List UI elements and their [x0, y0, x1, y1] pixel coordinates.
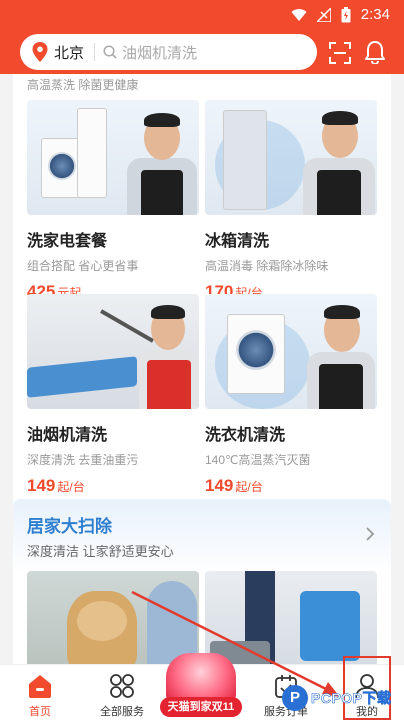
- price-value: 149: [205, 476, 234, 495]
- chevron-right-icon[interactable]: [365, 527, 375, 541]
- service-item-appliance-package[interactable]: 洗家电套餐 组合搭配 省心更省事 425 元起: [27, 100, 199, 302]
- washer-cleaning-image: [205, 294, 377, 409]
- floor-cleaning-image[interactable]: [205, 571, 377, 664]
- status-time: 2:34: [360, 6, 390, 23]
- status-bar: 2:34: [0, 0, 404, 30]
- nav-item-all-services[interactable]: 全部服务: [92, 673, 152, 719]
- service-price: 149 起/台: [27, 476, 199, 496]
- fridge-cleaning-image: [205, 100, 377, 215]
- service-price: 149 起/台: [205, 476, 377, 496]
- wifi-icon: [291, 8, 307, 21]
- pcpop-watermark: P PCPOP下载: [282, 683, 404, 713]
- service-item-fridge-cleaning[interactable]: 冰箱清洗 高温消毒 除霜除冰除味 170 起/台: [205, 100, 377, 302]
- service-desc: 高温消毒 除霜除冰除味: [205, 259, 329, 273]
- bell-icon[interactable]: [364, 40, 386, 64]
- search-bar[interactable]: 北京 油烟机清洗: [20, 34, 317, 70]
- home-icon: [29, 675, 51, 698]
- watermark-text: PCPOP下载: [311, 690, 392, 707]
- signal-icon: [316, 7, 331, 22]
- service-title: 洗家电套餐: [27, 233, 108, 250]
- nav-label: 全部服务: [100, 706, 144, 718]
- service-title: 洗衣机清洗: [205, 427, 286, 444]
- main-content[interactable]: 高温蒸洗 除菌更健康 洗家电套餐 组合搭配 省心更省事 425 元起 冰箱清洗 …: [0, 74, 404, 664]
- appliance-cleaning-card: 高温蒸洗 除菌更健康 洗家电套餐 组合搭配 省心更省事 425 元起 冰箱清洗 …: [13, 74, 391, 564]
- service-desc: 140℃高温蒸汽灭菌: [205, 453, 311, 467]
- section-title: 居家大扫除: [27, 517, 112, 536]
- range-hood-cleaning-image: [27, 294, 199, 409]
- pet-cleaning-image[interactable]: [27, 571, 199, 664]
- search-divider: [94, 43, 96, 61]
- service-desc: 组合搭配 省心更省事: [27, 259, 139, 273]
- location-pin-icon[interactable]: [32, 42, 48, 62]
- price-unit: 起/台: [57, 480, 85, 494]
- battery-icon: [341, 6, 351, 22]
- grid-icon: [110, 674, 134, 698]
- promo-ribbon: 天猫到家双11: [160, 697, 242, 717]
- section-subtitle: 高温蒸洗 除菌更健康: [27, 78, 139, 92]
- appliance-package-image: [27, 100, 199, 215]
- double11-promo-badge[interactable]: 天猫到家双11: [160, 653, 242, 720]
- service-item-washer-cleaning[interactable]: 洗衣机清洗 140℃高温蒸汽灭菌 149 起/台: [205, 294, 377, 496]
- top-header: 北京 油烟机清洗: [0, 30, 404, 74]
- nav-label: 首页: [29, 706, 51, 718]
- home-cleaning-card[interactable]: 居家大扫除 深度清洁 让家舒适更安心: [13, 499, 391, 664]
- service-title: 冰箱清洗: [205, 233, 270, 250]
- nav-item-home[interactable]: 首页: [10, 673, 70, 719]
- promo-mascot-icon: [166, 653, 236, 701]
- city-selector[interactable]: 北京: [54, 42, 84, 63]
- scan-icon[interactable]: [329, 42, 351, 64]
- section-subtitle: 深度清洁 让家舒适更安心: [27, 544, 174, 559]
- search-icon: [103, 45, 117, 59]
- price-unit: 起/台: [235, 480, 263, 494]
- search-input[interactable]: 油烟机清洗: [122, 42, 197, 63]
- service-item-range-hood-cleaning[interactable]: 油烟机清洗 深度清洗 去重油重污 149 起/台: [27, 294, 199, 496]
- service-desc: 深度清洗 去重油重污: [27, 453, 139, 467]
- service-title: 油烟机清洗: [27, 427, 108, 444]
- price-value: 149: [27, 476, 56, 495]
- watermark-logo: P: [282, 685, 308, 711]
